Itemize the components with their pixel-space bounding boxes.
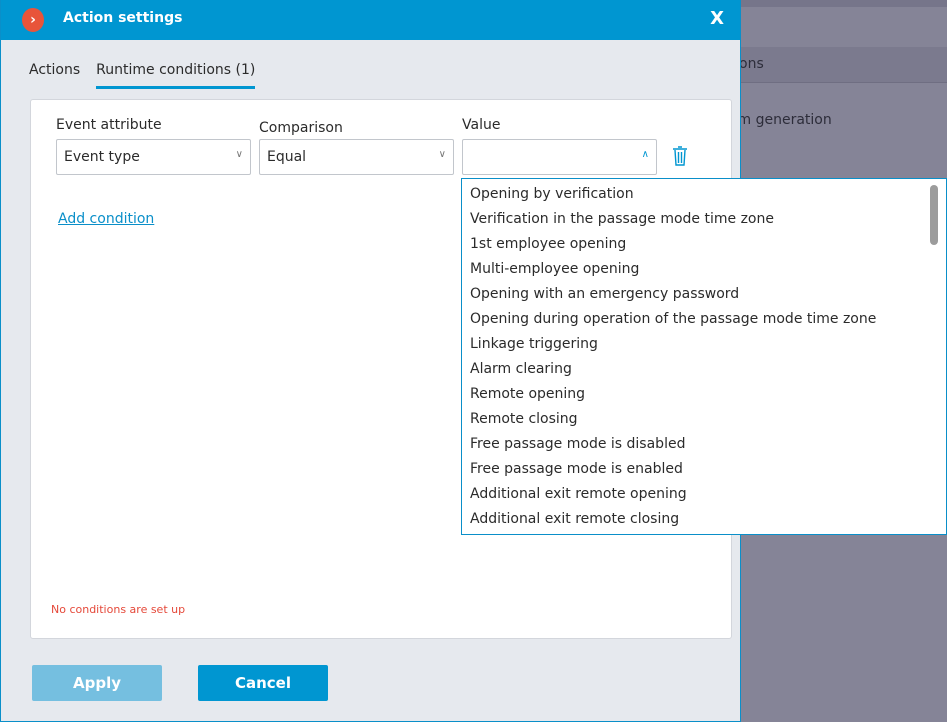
tab-bar: Actions Runtime conditions (1): [29, 62, 256, 89]
title-bar: › Action settings X: [1, 0, 740, 40]
dropdown-option[interactable]: Multi-employee opening: [462, 257, 946, 282]
dropdown-option[interactable]: Additional exit remote opening: [462, 482, 946, 507]
dialog-title: Action settings: [63, 10, 183, 26]
scrollbar-thumb[interactable]: [930, 185, 938, 245]
trash-icon[interactable]: [672, 146, 688, 166]
event-attribute-label: Event attribute: [56, 117, 162, 133]
dropdown-option[interactable]: Additional exit remote closing: [462, 507, 946, 532]
dropdown-option[interactable]: Opening with an emergency password: [462, 282, 946, 307]
dropdown-option[interactable]: Free passage mode is enabled: [462, 457, 946, 482]
event-attribute-value: Event type: [64, 149, 140, 165]
value-label: Value: [462, 117, 501, 133]
tab-runtime-conditions[interactable]: Runtime conditions (1): [96, 62, 256, 89]
dropdown-option[interactable]: Linkage triggering: [462, 332, 946, 357]
background-header-text: ons: [739, 56, 764, 72]
comparison-value: Equal: [267, 149, 307, 165]
dropdown-option[interactable]: Opening during operation of the passage …: [462, 307, 946, 332]
close-icon[interactable]: X: [710, 8, 724, 29]
add-condition-link[interactable]: Add condition: [58, 211, 154, 227]
background-row-text: rm generation: [732, 112, 832, 128]
app-logo-icon: ›: [22, 8, 44, 32]
background-window-top: [741, 0, 947, 7]
value-dropdown-list[interactable]: Opening by verification Verification in t…: [461, 178, 947, 535]
comparison-select[interactable]: Equal ∨: [259, 139, 454, 175]
dropdown-option[interactable]: Opening by verification: [462, 182, 946, 207]
chevron-down-icon: ∨: [438, 149, 446, 160]
error-message: No conditions are set up: [51, 603, 186, 616]
dropdown-option[interactable]: 1st employee opening: [462, 232, 946, 257]
event-attribute-select[interactable]: Event type ∨: [56, 139, 251, 175]
value-select[interactable]: ∧: [462, 139, 657, 175]
cancel-button[interactable]: Cancel: [198, 665, 328, 701]
dropdown-option[interactable]: Alarm clearing: [462, 357, 946, 382]
chevron-up-icon: ∧: [641, 149, 649, 160]
background-table-header: ons: [739, 47, 947, 83]
dropdown-option[interactable]: Remote closing: [462, 407, 946, 432]
chevron-down-icon: ∨: [235, 149, 243, 160]
apply-button[interactable]: Apply: [32, 665, 162, 701]
dropdown-option[interactable]: Verification in the passage mode time zo…: [462, 207, 946, 232]
dropdown-option[interactable]: Remote opening: [462, 382, 946, 407]
comparison-label: Comparison: [259, 120, 343, 136]
tab-actions[interactable]: Actions: [29, 62, 80, 89]
dropdown-option[interactable]: Free passage mode is disabled: [462, 432, 946, 457]
